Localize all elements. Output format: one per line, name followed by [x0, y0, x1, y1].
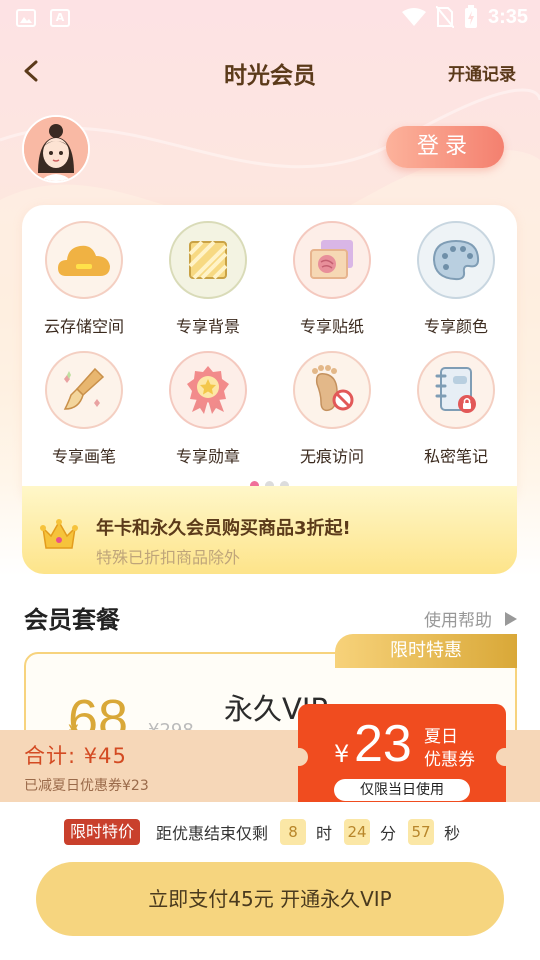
- privilege-color[interactable]: 专享颜色: [394, 221, 518, 337]
- coupon-note: 仅限当日使用: [334, 779, 470, 801]
- privilege-sticker[interactable]: 专享贴纸: [270, 221, 394, 337]
- countdown-hours-unit: 时: [316, 824, 333, 843]
- countdown-text: 距优惠结束仅剩: [156, 824, 269, 843]
- countdown: 限时特价 距优惠结束仅剩 8 时 24 分 57 秒: [64, 816, 460, 848]
- privilege-cloud-storage[interactable]: 云存储空间: [22, 221, 146, 337]
- privilege-label: 无痕访问: [299, 447, 364, 466]
- promo-subtitle: 特殊已折扣商品除外: [96, 548, 241, 567]
- private-notebook-icon: [435, 367, 476, 413]
- privilege-label: 专享画笔: [51, 447, 116, 466]
- brush-icon: [63, 367, 105, 410]
- play-arrow-icon: [505, 611, 517, 626]
- coupon-currency: ¥: [334, 740, 350, 768]
- open-record-button[interactable]: 开通记录: [448, 60, 516, 85]
- countdown-minutes: 24: [344, 819, 371, 845]
- privilege-background[interactable]: 专享背景: [146, 221, 270, 337]
- coupon-notch: [496, 748, 514, 766]
- wifi-icon: [401, 8, 426, 26]
- cloud-icon: [58, 245, 110, 276]
- gallery-icon: [16, 9, 36, 27]
- promo-title: 年卡和永久会员购买商品3折起!: [96, 518, 351, 539]
- login-button[interactable]: 登录: [386, 126, 504, 168]
- coupon-notch: [290, 748, 308, 766]
- avatar[interactable]: [22, 115, 90, 183]
- coupon-amount: 23: [354, 715, 412, 773]
- privilege-private-notes[interactable]: 私密笔记: [394, 351, 518, 467]
- coupon-title-line2: 优惠券: [424, 750, 475, 770]
- privilege-label: 专享颜色: [423, 317, 488, 336]
- background-icon: [188, 240, 228, 280]
- palette-icon: [432, 239, 480, 281]
- crown-icon: [40, 519, 78, 549]
- section-title-plans: 会员套餐: [24, 606, 120, 634]
- coupon-title-line1: 夏日: [424, 727, 458, 747]
- avatar-girl-icon: [24, 117, 88, 181]
- privilege-label: 专享勋章: [175, 447, 240, 466]
- promo-banner: 年卡和永久会员购买商品3折起! 特殊已折扣商品除外: [22, 486, 517, 574]
- help-link[interactable]: 使用帮助: [424, 606, 518, 631]
- help-label: 使用帮助: [424, 611, 492, 631]
- privilege-label: 专享背景: [175, 317, 240, 336]
- font-icon: A: [50, 9, 70, 27]
- status-bar: A 3:35: [0, 0, 540, 36]
- top-header: 时光会员 开通记录: [0, 48, 540, 94]
- sticker-icon: [310, 240, 353, 279]
- no-sim-icon: [435, 6, 454, 28]
- privileges-card: 云存储空间 专享背景 专享贴纸 专享颜色 专享画笔 专享勋章 无痕访问 私密笔记: [22, 205, 517, 507]
- countdown-minutes-unit: 分: [380, 824, 397, 843]
- privilege-incognito[interactable]: 无痕访问: [270, 351, 394, 467]
- medal-icon: [187, 366, 229, 414]
- limited-offer-tag: 限时特惠: [335, 634, 517, 668]
- battery-charging-icon: [464, 5, 477, 28]
- limited-price-tag: 限时特价: [64, 819, 141, 845]
- privilege-label: 私密笔记: [423, 447, 488, 466]
- footprint-icon: [312, 365, 354, 412]
- privilege-label: 专享贴纸: [299, 317, 364, 336]
- privilege-medal[interactable]: 专享勋章: [146, 351, 270, 467]
- total-amount: 合计: ¥45: [24, 744, 127, 768]
- pay-button[interactable]: 立即支付45元 开通永久VIP: [36, 862, 504, 936]
- status-time: 3:35: [487, 5, 528, 28]
- vip-page: A 3:35 时光会员 开通记录 登录 云存储空间 专享背景 专享贴纸 专享颜色…: [0, 0, 540, 960]
- privilege-label: 云存储空间: [43, 317, 124, 336]
- countdown-seconds: 57: [408, 819, 435, 845]
- countdown-hours: 8: [280, 819, 307, 845]
- privilege-brush[interactable]: 专享画笔: [22, 351, 146, 467]
- total-discount-note: 已减夏日优惠券¥23: [24, 778, 149, 794]
- countdown-seconds-unit: 秒: [444, 824, 461, 843]
